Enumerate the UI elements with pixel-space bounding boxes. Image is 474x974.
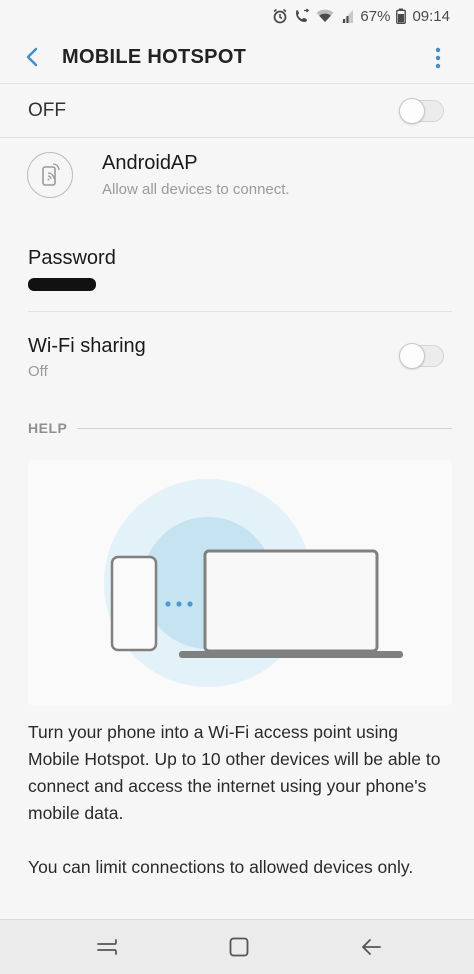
wifi-sharing-label: Wi-Fi sharing bbox=[28, 335, 146, 357]
network-description: Allow all devices to connect. bbox=[102, 181, 290, 198]
help-title: HELP bbox=[28, 420, 68, 436]
hotspot-illustration bbox=[28, 460, 452, 706]
help-paragraph-2: You can limit connections to allowed dev… bbox=[28, 857, 414, 877]
status-time: 09:14 bbox=[412, 7, 450, 25]
battery-icon bbox=[396, 8, 407, 24]
master-switch-label: OFF bbox=[28, 99, 66, 121]
more-options-button[interactable] bbox=[424, 44, 452, 72]
signal-icon bbox=[340, 8, 354, 24]
nav-back-button[interactable] bbox=[356, 932, 386, 962]
password-value-redacted bbox=[28, 278, 96, 291]
back-button[interactable] bbox=[2, 32, 62, 82]
divider bbox=[28, 311, 452, 312]
help-section-header: HELP bbox=[28, 418, 452, 438]
alarm-icon bbox=[272, 8, 288, 24]
navigation-bar bbox=[0, 919, 474, 974]
page-title: MOBILE HOTSPOT bbox=[62, 45, 247, 68]
master-switch-row[interactable]: OFF bbox=[0, 83, 474, 138]
back-icon bbox=[362, 939, 381, 955]
help-divider bbox=[77, 427, 452, 429]
recents-icon bbox=[97, 939, 117, 955]
password-row[interactable]: Password bbox=[0, 240, 474, 310]
more-options-icon bbox=[435, 47, 441, 69]
laptop-icon bbox=[179, 549, 403, 658]
toggle-knob bbox=[399, 98, 425, 124]
battery-percent: 67% bbox=[360, 7, 391, 25]
hotspot-illustration-graphic bbox=[104, 479, 403, 687]
network-name: AndroidAP bbox=[102, 152, 198, 174]
app-bar: MOBILE HOTSPOT bbox=[0, 32, 474, 82]
toggle-knob bbox=[399, 343, 425, 369]
phone-icon bbox=[110, 555, 158, 652]
wifi-sharing-row[interactable]: Wi-Fi sharing Off bbox=[0, 322, 474, 392]
network-name-row[interactable]: AndroidAP Allow all devices to connect. bbox=[0, 140, 474, 220]
master-toggle[interactable] bbox=[399, 98, 444, 124]
back-arrow-icon bbox=[26, 47, 38, 67]
call-forwarding-icon bbox=[294, 8, 310, 24]
help-paragraph-1: Turn your phone into a Wi-Fi access poin… bbox=[28, 722, 441, 823]
home-icon bbox=[229, 937, 249, 957]
password-label: Password bbox=[28, 247, 116, 269]
wifi-sharing-toggle[interactable] bbox=[399, 343, 444, 369]
device-share-icon bbox=[27, 152, 73, 198]
status-bar: 67% 09:14 bbox=[0, 0, 474, 32]
recents-button[interactable] bbox=[92, 932, 122, 962]
wifi-icon bbox=[316, 8, 334, 24]
wifi-sharing-status: Off bbox=[28, 363, 48, 380]
home-button[interactable] bbox=[224, 932, 254, 962]
